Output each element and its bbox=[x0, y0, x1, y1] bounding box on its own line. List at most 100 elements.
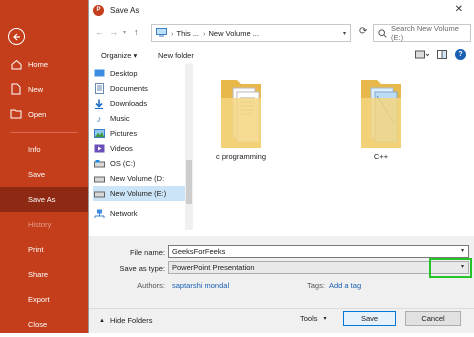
organize-button[interactable]: Organize ▾ bbox=[101, 51, 137, 60]
pictures-icon bbox=[93, 129, 105, 139]
tree-item-label: Network bbox=[110, 209, 138, 218]
tree-item-os-c[interactable]: OS (C:) bbox=[93, 156, 185, 171]
open-folder-icon bbox=[10, 108, 22, 120]
refresh-icon[interactable]: ⟳ bbox=[359, 26, 367, 37]
home-icon bbox=[10, 58, 22, 70]
tree-item-new-volume-e[interactable]: New Volume (E:) bbox=[93, 186, 185, 201]
chevron-down-icon[interactable]: ▾ bbox=[461, 247, 464, 254]
address-row: ← → ▾ ↑ › This ... › New Volume ... ▾ ⟳ … bbox=[89, 22, 474, 44]
breadcrumb-this-pc[interactable]: This ... bbox=[177, 29, 200, 38]
network-icon bbox=[93, 209, 105, 219]
authors-value[interactable]: saptarshi mondal bbox=[172, 281, 229, 290]
backstage-export[interactable]: Export bbox=[0, 287, 88, 312]
cancel-button-label: Cancel bbox=[421, 314, 445, 323]
tree-item-desktop[interactable]: Desktop bbox=[93, 66, 185, 81]
tree-item-downloads[interactable]: Downloads bbox=[93, 96, 185, 111]
tree-item-label: New Volume (D: bbox=[110, 174, 165, 183]
backstage-new[interactable]: New bbox=[0, 77, 88, 102]
tree-item-pictures[interactable]: Pictures bbox=[93, 126, 185, 141]
tree-item-label: Documents bbox=[110, 84, 148, 93]
up-folder-icon[interactable]: ↑ bbox=[134, 27, 139, 37]
search-icon bbox=[378, 28, 387, 38]
tree-item-label: OS (C:) bbox=[110, 159, 136, 168]
save-button[interactable]: Save bbox=[343, 311, 396, 326]
back-arrow-icon[interactable] bbox=[8, 28, 25, 45]
backstage-close[interactable]: Close bbox=[0, 312, 88, 337]
chevron-up-icon: ▲ bbox=[99, 317, 105, 324]
help-icon[interactable]: ? bbox=[455, 49, 466, 60]
folder-c-programming[interactable]: c programming bbox=[201, 74, 281, 161]
save-form-area: File name: GeeksForFeeks ▾ Save as type:… bbox=[89, 236, 474, 333]
downloads-icon bbox=[93, 99, 105, 109]
tree-item-label: Desktop bbox=[110, 69, 138, 78]
backstage-save-as-label: Save As bbox=[28, 195, 56, 204]
drive-icon bbox=[93, 174, 105, 184]
breadcrumb-new-volume[interactable]: New Volume ... bbox=[209, 29, 259, 38]
highlight-box bbox=[429, 258, 472, 278]
videos-icon bbox=[93, 144, 105, 154]
backstage-save-as[interactable]: Save As bbox=[0, 187, 88, 212]
computer-icon bbox=[156, 27, 167, 39]
tags-label: Tags: bbox=[307, 281, 325, 290]
backstage-save-label: Save bbox=[28, 170, 46, 179]
file-name-input[interactable]: GeeksForFeeks ▾ bbox=[168, 245, 469, 258]
backstage-panel: Home New Open Info Save Save As History … bbox=[0, 0, 88, 333]
chevron-down-icon: ▾ bbox=[323, 316, 327, 322]
tree-item-label: Music bbox=[110, 114, 130, 123]
folder-icon bbox=[353, 74, 409, 152]
recent-dropdown-icon[interactable]: ▾ bbox=[123, 29, 126, 36]
music-icon: ♪ bbox=[96, 113, 102, 124]
backstage-save[interactable]: Save bbox=[0, 162, 88, 187]
backstage-history: History bbox=[0, 212, 88, 237]
backstage-info-label: Info bbox=[28, 145, 41, 154]
search-input[interactable]: Search New Volume (E:) bbox=[373, 24, 471, 42]
address-dropdown-icon[interactable]: ▾ bbox=[343, 30, 346, 37]
new-document-icon bbox=[10, 83, 22, 95]
folder-name: c programming bbox=[215, 152, 267, 161]
backstage-open[interactable]: Open bbox=[0, 102, 88, 127]
tree-item-documents[interactable]: Documents bbox=[93, 81, 185, 96]
hide-folders-button[interactable]: ▲ Hide Folders bbox=[99, 316, 152, 325]
backstage-export-label: Export bbox=[28, 295, 50, 304]
cancel-button[interactable]: Cancel bbox=[405, 311, 461, 326]
backstage-home[interactable]: Home bbox=[0, 52, 88, 77]
backstage-print-label: Print bbox=[28, 245, 44, 254]
drive-icon bbox=[93, 159, 105, 169]
backstage-info[interactable]: Info bbox=[0, 137, 88, 162]
navpane-scrollbar[interactable] bbox=[185, 64, 193, 230]
tags-value[interactable]: Add a tag bbox=[329, 281, 361, 290]
dialog-toolbar: Organize ▾ New folder ? bbox=[89, 46, 474, 64]
backstage-print[interactable]: Print bbox=[0, 237, 88, 262]
tree-item-label: Downloads bbox=[110, 99, 148, 108]
backstage-history-label: History bbox=[28, 220, 52, 229]
tree-item-music[interactable]: ♪ Music bbox=[93, 111, 185, 126]
folder-cpp[interactable]: C++ bbox=[341, 74, 421, 161]
breadcrumb-separator: › bbox=[203, 28, 206, 38]
tree-item-new-volume-d[interactable]: New Volume (D: bbox=[93, 171, 185, 186]
navigation-pane: Desktop Documents Downloads ♪ Music Pict… bbox=[89, 64, 185, 230]
dialog-titlebar: P Save As ✕ bbox=[89, 0, 474, 20]
tree-item-network[interactable]: Network bbox=[93, 206, 185, 221]
forward-nav-icon[interactable]: → bbox=[109, 27, 118, 37]
view-options-icon[interactable] bbox=[415, 50, 430, 61]
save-button-label: Save bbox=[360, 314, 379, 323]
backstage-share-label: Share bbox=[28, 270, 49, 279]
scrollbar-thumb[interactable] bbox=[186, 160, 192, 204]
close-icon[interactable]: ✕ bbox=[455, 4, 463, 15]
folder-name: C++ bbox=[373, 152, 389, 161]
backstage-home-label: Home bbox=[28, 60, 49, 69]
backstage-new-label: New bbox=[28, 85, 44, 94]
address-bar[interactable]: › This ... › New Volume ... ▾ bbox=[151, 24, 351, 42]
tree-item-label: Pictures bbox=[110, 129, 138, 138]
backstage-share[interactable]: Share bbox=[0, 262, 88, 287]
save-type-select[interactable]: PowerPoint Presentation ▾ bbox=[168, 261, 469, 274]
footer-divider bbox=[89, 308, 474, 309]
preview-pane-icon[interactable] bbox=[437, 50, 447, 61]
divider bbox=[10, 132, 78, 133]
tools-button[interactable]: Tools ▾ bbox=[300, 314, 327, 323]
dialog-title: Save As bbox=[110, 5, 140, 15]
breadcrumb-separator: › bbox=[171, 28, 174, 38]
tree-item-videos[interactable]: Videos bbox=[93, 141, 185, 156]
new-folder-button[interactable]: New folder bbox=[158, 51, 194, 60]
back-nav-icon[interactable]: ← bbox=[95, 27, 104, 37]
